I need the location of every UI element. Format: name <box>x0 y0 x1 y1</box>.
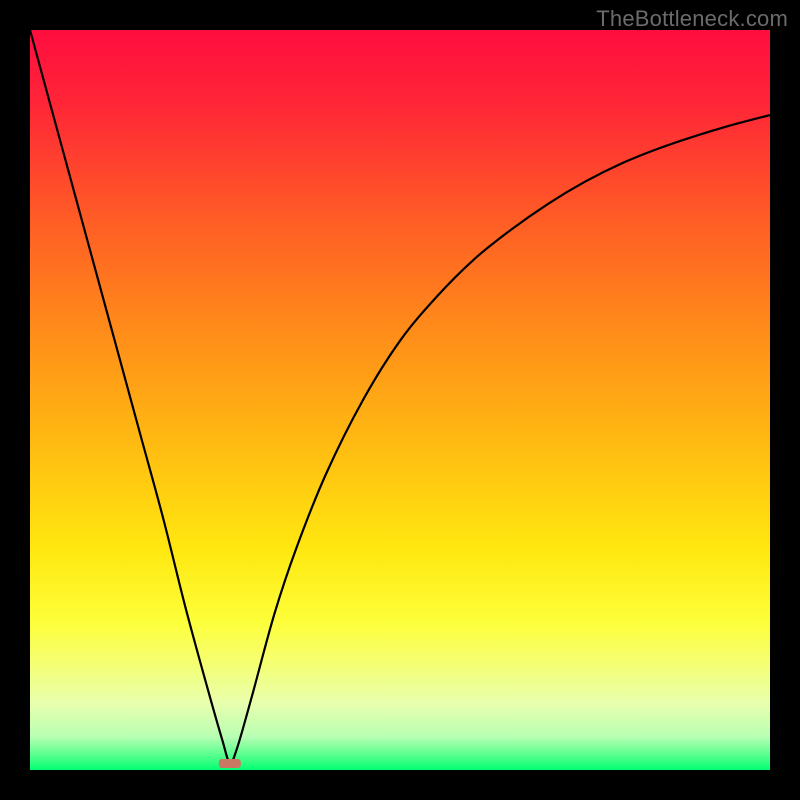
watermark-text: TheBottleneck.com <box>596 6 788 32</box>
bottleneck-chart-svg <box>30 30 770 770</box>
plot-area <box>30 30 770 770</box>
minimum-marker <box>219 759 241 768</box>
gradient-background <box>30 30 770 770</box>
chart-frame: TheBottleneck.com <box>0 0 800 800</box>
